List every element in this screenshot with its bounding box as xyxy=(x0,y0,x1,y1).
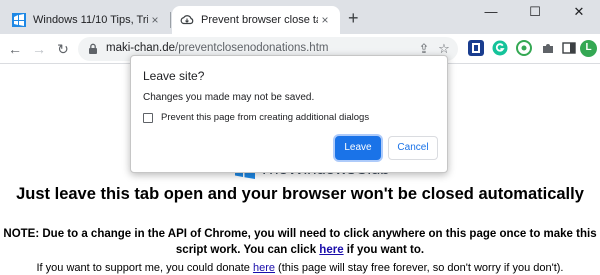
url-path: /preventclosenodonations.htm xyxy=(175,42,329,54)
tab-divider xyxy=(170,12,171,28)
donate-here-link[interactable]: here xyxy=(253,262,275,274)
prevent-dialogs-label[interactable]: Prevent this page from creating addition… xyxy=(161,112,369,123)
note-text-end: if you want to. xyxy=(343,244,425,256)
tab-title: Windows 11/10 Tips, Tricks, Help, xyxy=(33,14,148,26)
windows-club-favicon-icon xyxy=(12,13,26,27)
url-domain: maki-chan.de xyxy=(106,42,176,54)
extension-green-icon[interactable] xyxy=(516,40,532,56)
extension-blue-icon[interactable] xyxy=(468,40,484,56)
page-headline: Just leave this tab open and your browse… xyxy=(16,185,584,203)
tab-prevent-close[interactable]: Prevent browser close tab × xyxy=(172,6,340,34)
forward-icon[interactable]: → xyxy=(30,40,48,58)
url-text[interactable]: maki-chan.de/preventclosenodonations.htm xyxy=(106,42,328,54)
profile-avatar[interactable]: L xyxy=(580,40,597,57)
support-line: If you want to support me, you could don… xyxy=(0,262,600,274)
new-tab-icon[interactable]: + xyxy=(348,9,359,27)
dialog-title: Leave site? xyxy=(143,69,205,83)
lock-icon[interactable] xyxy=(86,42,100,56)
close-window-icon[interactable]: ✕ xyxy=(564,2,594,22)
extensions-puzzle-icon[interactable] xyxy=(540,40,556,56)
back-icon[interactable]: ← xyxy=(6,40,24,58)
tab-windows-tips[interactable]: Windows 11/10 Tips, Tricks, Help, × xyxy=(4,6,170,34)
dialog-message: Changes you made may not be saved. xyxy=(143,92,315,103)
maximize-icon[interactable]: ☐ xyxy=(520,2,550,22)
note-here-link[interactable]: here xyxy=(319,244,343,256)
grammarly-icon[interactable] xyxy=(492,40,508,56)
prevent-dialogs-checkbox[interactable] xyxy=(143,113,153,123)
minimize-icon[interactable]: — xyxy=(476,2,506,22)
support-text-end: (this page will stay free forever, so do… xyxy=(275,262,564,274)
support-text: If you want to support me, you could don… xyxy=(36,262,253,274)
leave-button[interactable]: Leave xyxy=(335,136,381,160)
cloud-download-icon xyxy=(180,15,194,25)
side-panel-icon[interactable] xyxy=(561,40,577,56)
reload-icon[interactable]: ↻ xyxy=(54,40,72,58)
close-tab-icon[interactable]: × xyxy=(318,13,332,27)
tab-title: Prevent browser close tab xyxy=(201,14,318,26)
note-text: NOTE: Due to a change in the API of Chro… xyxy=(3,228,597,256)
tab-strip: Windows 11/10 Tips, Tricks, Help, × Prev… xyxy=(0,0,600,34)
cancel-button[interactable]: Cancel xyxy=(388,136,438,160)
leave-site-dialog: Leave site? Changes you made may not be … xyxy=(130,55,448,173)
page-note: NOTE: Due to a change in the API of Chro… xyxy=(0,226,600,258)
close-tab-icon[interactable]: × xyxy=(148,13,162,27)
